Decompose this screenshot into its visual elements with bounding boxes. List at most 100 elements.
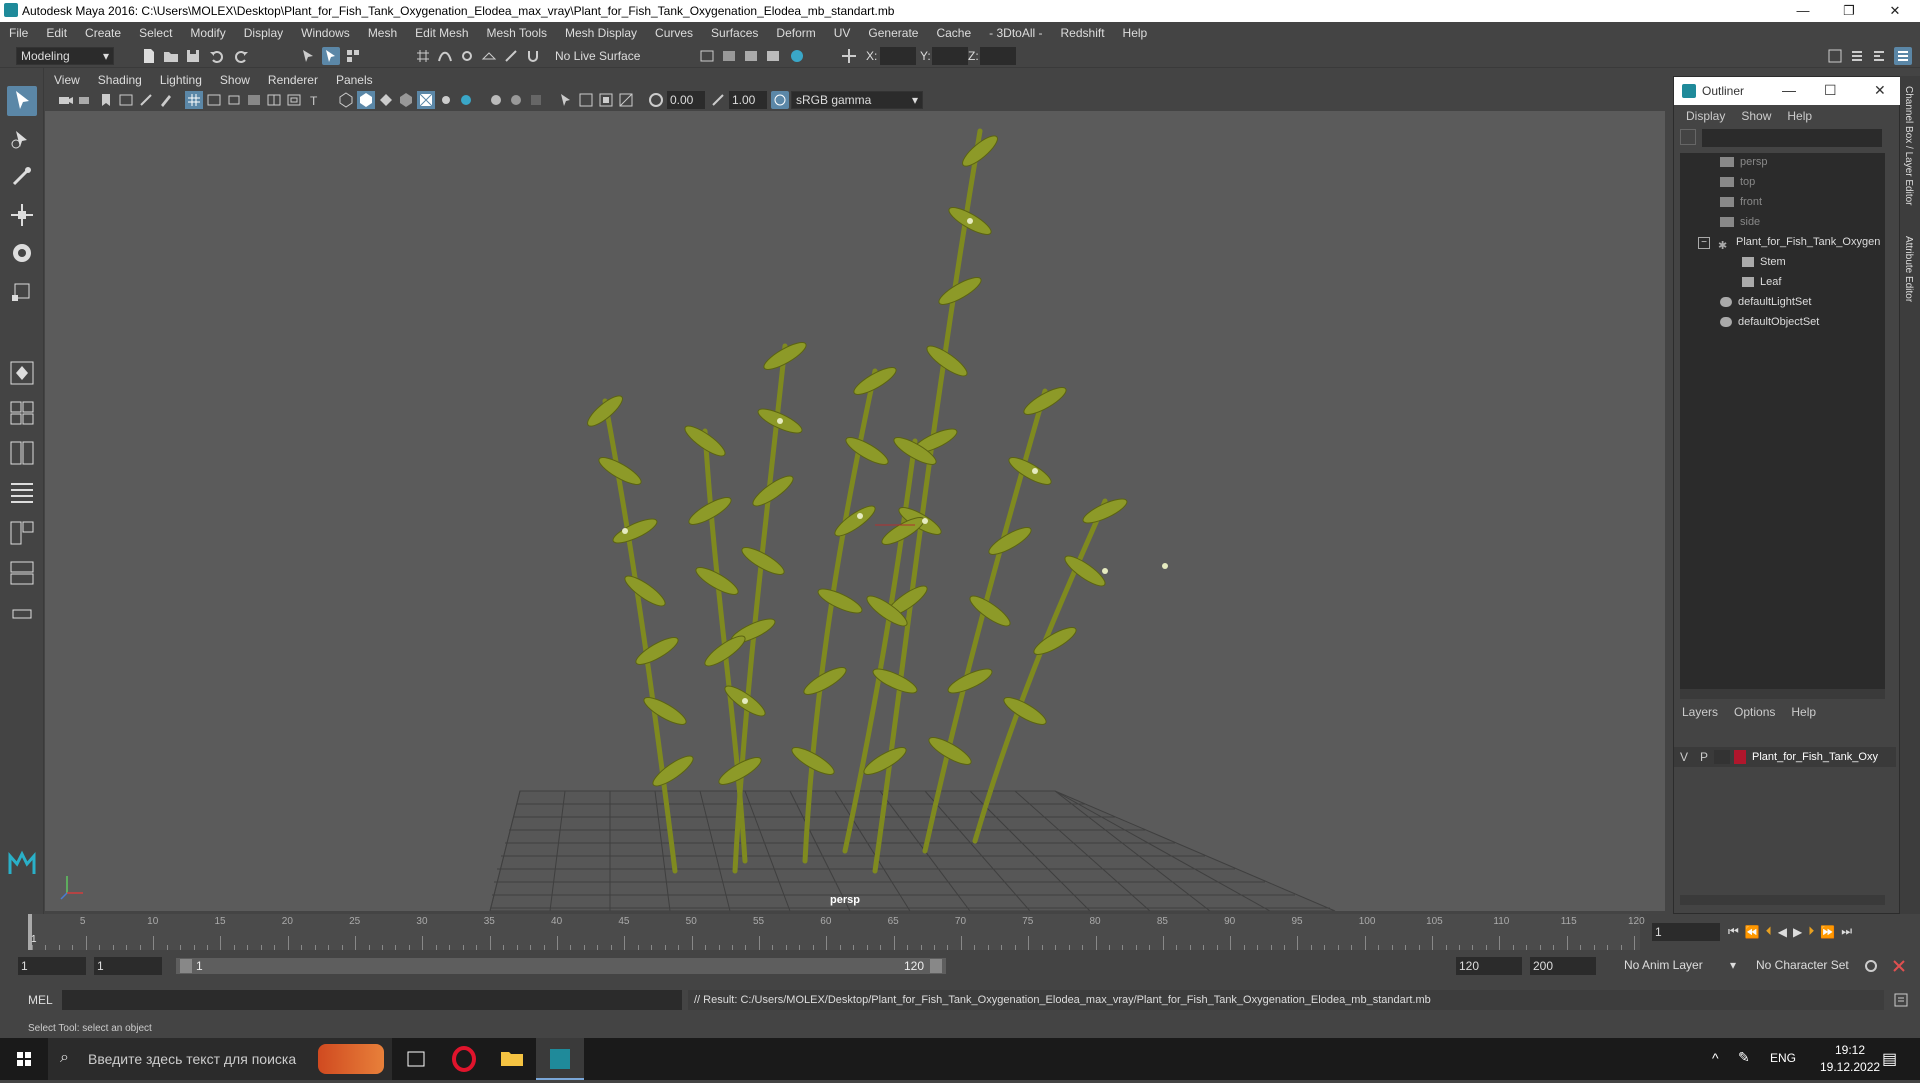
undo-icon[interactable] <box>208 47 226 65</box>
gate-mask-icon[interactable] <box>245 91 263 109</box>
step-forward-key-icon[interactable]: ⏩ <box>1820 925 1835 939</box>
tab-channel-box[interactable]: Channel Box / Layer Editor <box>1903 86 1914 206</box>
menu-cache[interactable]: Cache <box>927 22 980 44</box>
outliner-menu-display[interactable]: Display <box>1678 109 1733 123</box>
command-language-label[interactable]: MEL <box>28 993 53 1007</box>
menu-set-dropdown[interactable]: Modeling ▾ <box>16 47 114 65</box>
playback-start-field[interactable]: 1 <box>94 957 162 975</box>
color-space-dropdown[interactable]: sRGB gamma ▾ <box>791 91 923 109</box>
toggle-channel-box-icon[interactable] <box>1894 47 1912 65</box>
outliner-close-button[interactable]: ✕ <box>1874 82 1886 99</box>
layer-row[interactable]: V P Plant_for_Fish_Tank_Oxy <box>1674 747 1896 767</box>
menu-display[interactable]: Display <box>235 22 292 44</box>
wireframe-icon[interactable] <box>337 91 355 109</box>
menu-create[interactable]: Create <box>76 22 130 44</box>
select-hierarchy-icon[interactable] <box>300 47 318 65</box>
menu-3dtoall[interactable]: - 3DtoAll - <box>980 22 1051 44</box>
range-start-handle[interactable] <box>180 959 192 973</box>
hypershade-icon[interactable] <box>788 47 806 65</box>
tree-item-top[interactable]: top <box>1720 173 1755 191</box>
go-to-start-icon[interactable]: ⏮ <box>1728 924 1739 939</box>
color-management-icon[interactable] <box>771 91 789 109</box>
snap-grid-icon[interactable] <box>414 47 432 65</box>
render-settings-icon[interactable] <box>764 47 782 65</box>
motion-blur-icon[interactable] <box>507 91 525 109</box>
screen-space-ao-icon[interactable] <box>487 91 505 109</box>
exposure-field[interactable]: 0.00 <box>667 91 705 109</box>
menu-edit-mesh[interactable]: Edit Mesh <box>406 22 477 44</box>
resolution-gate-icon[interactable] <box>225 91 243 109</box>
image-plane-icon[interactable] <box>117 91 135 109</box>
film-gate-icon[interactable] <box>205 91 223 109</box>
task-view-icon[interactable] <box>392 1038 440 1080</box>
restore-button[interactable]: ❐ <box>1826 0 1872 22</box>
animation-prefs-icon[interactable] <box>1890 957 1908 975</box>
tree-item-front[interactable]: front <box>1720 193 1762 211</box>
menu-curves[interactable]: Curves <box>646 22 702 44</box>
select-tool-icon[interactable] <box>7 86 37 116</box>
step-forward-frame-icon[interactable]: ⏵ <box>1808 924 1814 939</box>
menu-windows[interactable]: Windows <box>292 22 359 44</box>
render-sequence-icon[interactable] <box>720 47 738 65</box>
textured-icon[interactable] <box>417 91 435 109</box>
menu-generate[interactable]: Generate <box>859 22 927 44</box>
layout-two-pane-icon[interactable] <box>7 438 37 468</box>
toggle-modeling-toolkit-icon[interactable] <box>1826 47 1844 65</box>
layout-graph-icon[interactable] <box>7 518 37 548</box>
menu-modify[interactable]: Modify <box>181 22 234 44</box>
taskbar-search-box[interactable]: ⌕ Введите здесь текст для поиска <box>48 1038 392 1080</box>
menu-uv[interactable]: UV <box>825 22 860 44</box>
input-language[interactable]: ENG <box>1770 1051 1796 1065</box>
camera-lock-icon[interactable] <box>77 91 95 109</box>
vp-menu-lighting[interactable]: Lighting <box>151 70 211 90</box>
tree-item-plant-group[interactable]: − ✱ Plant_for_Fish_Tank_Oxygen <box>1698 233 1880 252</box>
tree-item-side[interactable]: side <box>1720 213 1760 231</box>
exposure-icon[interactable] <box>647 91 665 109</box>
tree-item-leaf[interactable]: Leaf <box>1742 273 1781 291</box>
vp-menu-shading[interactable]: Shading <box>89 70 151 90</box>
step-back-frame-icon[interactable]: ⏴ <box>1766 924 1772 939</box>
menu-deform[interactable]: Deform <box>767 22 824 44</box>
tree-item-default-object-set[interactable]: defaultObjectSet <box>1720 313 1819 331</box>
perspective-viewport[interactable]: persp <box>45 111 1665 911</box>
vp-menu-view[interactable]: View <box>45 70 89 90</box>
layers-hscrollbar[interactable] <box>1680 895 1885 905</box>
outliner-minimize-button[interactable]: — <box>1782 82 1796 98</box>
layout-outliner-icon[interactable] <box>7 478 37 508</box>
save-scene-icon[interactable] <box>184 47 202 65</box>
layers-menu-layers[interactable]: Layers <box>1674 705 1726 719</box>
redo-icon[interactable] <box>232 47 250 65</box>
menu-mesh-display[interactable]: Mesh Display <box>556 22 646 44</box>
new-scene-icon[interactable] <box>140 47 158 65</box>
play-backward-icon[interactable]: ◀ <box>1778 925 1787 939</box>
gamma-icon[interactable] <box>709 91 727 109</box>
menu-mesh-tools[interactable]: Mesh Tools <box>478 22 556 44</box>
z-field[interactable] <box>980 47 1016 65</box>
menu-mesh[interactable]: Mesh <box>359 22 406 44</box>
layer-visibility[interactable]: V <box>1674 750 1694 764</box>
tab-attribute-editor[interactable]: Attribute Editor <box>1903 236 1914 302</box>
go-to-end-icon[interactable]: ⏭ <box>1841 924 1852 939</box>
select-component-icon[interactable] <box>344 47 362 65</box>
character-set-dropdown[interactable]: No Character Set <box>1752 957 1862 975</box>
bookmark-icon[interactable] <box>97 91 115 109</box>
toggle-tool-settings-icon[interactable] <box>1870 47 1888 65</box>
tree-item-persp[interactable]: persp <box>1720 153 1768 171</box>
layer-color-swatch[interactable] <box>1734 750 1746 764</box>
default-material-icon[interactable] <box>377 91 395 109</box>
safe-action-icon[interactable] <box>285 91 303 109</box>
step-back-key-icon[interactable]: ⏪ <box>1745 925 1760 939</box>
animation-start-field[interactable]: 1 <box>18 957 86 975</box>
layers-menu-help[interactable]: Help <box>1783 705 1824 719</box>
layout-persp-graph-icon[interactable] <box>7 558 37 588</box>
shadows-icon[interactable] <box>457 91 475 109</box>
minimize-button[interactable]: — <box>1780 0 1826 22</box>
transform-input-icon[interactable] <box>840 47 858 65</box>
anim-layer-dropdown[interactable]: No Anim Layer ▾ <box>1620 957 1740 975</box>
grease-pencil-icon[interactable] <box>157 91 175 109</box>
playback-end-field[interactable]: 120 <box>1456 957 1522 975</box>
tree-item-default-light-set[interactable]: defaultLightSet <box>1720 293 1811 311</box>
auto-key-icon[interactable] <box>1862 957 1880 975</box>
outliner-filter-icon[interactable] <box>1680 129 1696 145</box>
render-frame-icon[interactable] <box>698 47 716 65</box>
